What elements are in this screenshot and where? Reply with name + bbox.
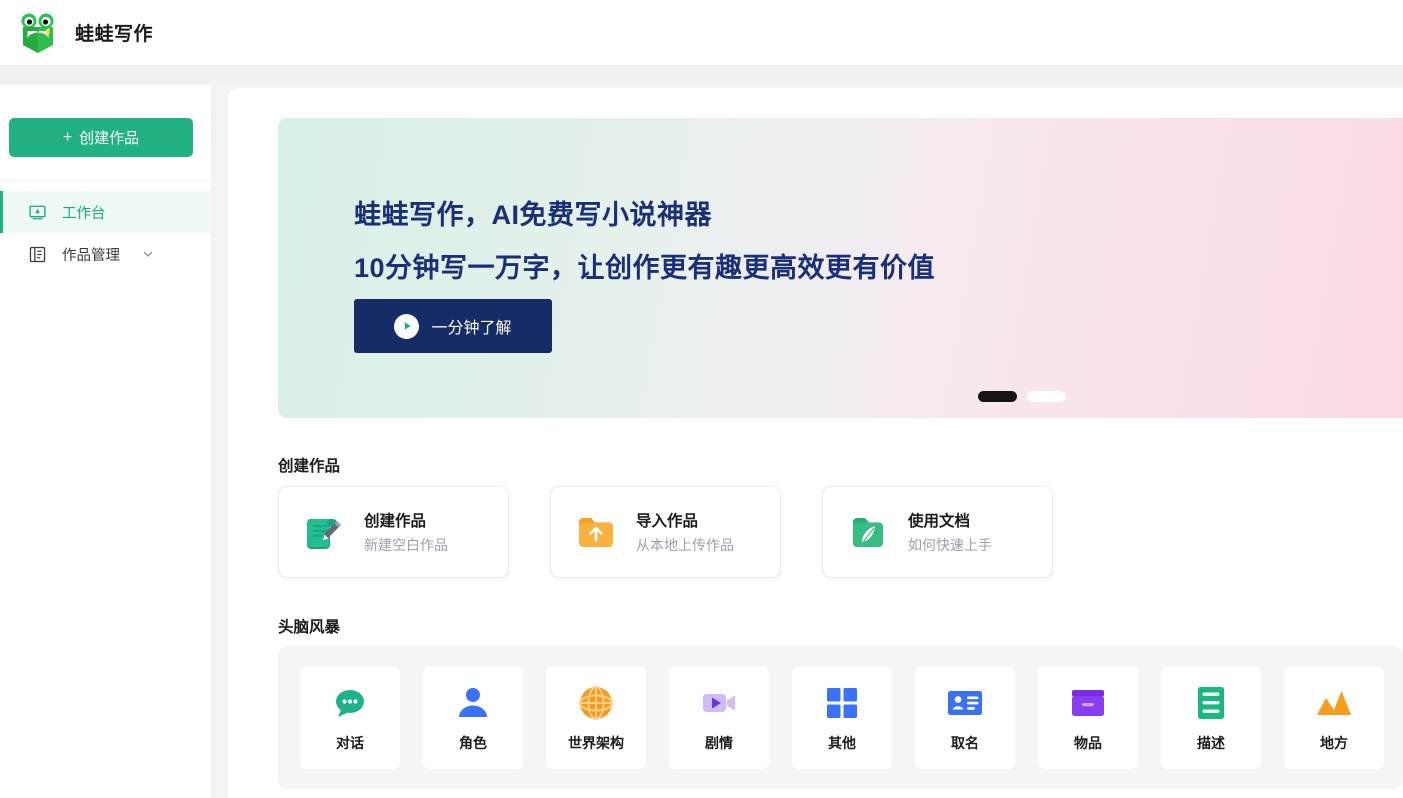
main-content-panel: 蛙蛙写作，AI免费写小说神器 10分钟写一万字，让创作更有趣更高效更有价值 一分… — [228, 88, 1403, 798]
sidebar-item-works-management[interactable]: 作品管理 — [0, 233, 212, 275]
brainstorm-tile-place[interactable]: 地方 — [1284, 666, 1384, 769]
create-cards-row: 创建作品 新建空白作品 导入作品 从本地上传作品 使用文档 如何快速上手 — [278, 486, 1053, 578]
sidebar-nav: 工作台 作品管理 — [0, 191, 212, 275]
carousel-dot-1[interactable] — [978, 391, 1017, 402]
storage-box-icon — [1067, 682, 1109, 724]
brainstorm-tile-description-label: 描述 — [1197, 735, 1225, 751]
sidebar-item-workbench[interactable]: 工作台 — [0, 191, 212, 233]
create-card-docs[interactable]: 使用文档 如何快速上手 — [822, 486, 1053, 578]
create-card-docs-subtitle: 如何快速上手 — [908, 537, 992, 553]
brainstorm-tile-worldbuilding[interactable]: 世界架构 — [546, 666, 646, 769]
brainstorm-tile-other[interactable]: 其他 — [792, 666, 892, 769]
sidebar-divider — [0, 180, 212, 181]
create-card-docs-title: 使用文档 — [908, 513, 971, 530]
frog-book-logo-icon — [18, 12, 58, 54]
banner-headline-1: 蛙蛙写作，AI免费写小说神器 — [354, 200, 712, 230]
chevron-down-icon[interactable] — [142, 248, 154, 260]
brainstorm-tile-worldbuilding-label: 世界架构 — [568, 735, 624, 751]
create-card-new-work-title: 创建作品 — [364, 513, 427, 530]
plus-icon: + — [62, 128, 73, 146]
scroll-pen-icon — [301, 509, 347, 555]
app-brand-name: 蛙蛙写作 — [75, 24, 154, 45]
book-list-icon — [28, 245, 47, 264]
create-card-import-work-title: 导入作品 — [636, 513, 699, 530]
person-icon — [452, 682, 494, 724]
brainstorm-tile-item[interactable]: 物品 — [1038, 666, 1138, 769]
document-lines-icon — [1190, 682, 1232, 724]
brainstorm-tile-plot[interactable]: 剧情 — [669, 666, 769, 769]
folder-upload-icon — [573, 509, 619, 555]
brainstorm-tile-item-label: 物品 — [1074, 735, 1102, 751]
app-header: 蛙蛙写作 — [0, 0, 1403, 65]
brainstorm-tile-place-label: 地方 — [1320, 735, 1348, 751]
brainstorm-tile-naming-label: 取名 — [951, 735, 979, 751]
brainstorm-tile-description[interactable]: 描述 — [1161, 666, 1261, 769]
create-section-title: 创建作品 — [278, 458, 341, 475]
brainstorm-tile-dialogue[interactable]: 对话 — [300, 666, 400, 769]
brainstorm-tile-dialogue-label: 对话 — [336, 735, 364, 751]
banner-headline-2: 10分钟写一万字，让创作更有趣更高效更有价值 — [354, 253, 936, 283]
grid-squares-icon — [821, 682, 863, 724]
sidebar-item-workbench-label: 工作台 — [62, 205, 106, 222]
play-circle-icon — [394, 313, 420, 339]
carousel-dot-2[interactable] — [1027, 391, 1066, 402]
promo-banner[interactable]: 蛙蛙写作，AI免费写小说神器 10分钟写一万字，让创作更有趣更高效更有价值 一分… — [278, 118, 1403, 418]
create-work-button[interactable]: + 创建作品 — [9, 118, 193, 157]
brainstorm-tile-character[interactable]: 角色 — [423, 666, 523, 769]
mountains-icon — [1313, 682, 1355, 724]
id-card-icon — [944, 682, 986, 724]
create-card-new-work-subtitle: 新建空白作品 — [364, 537, 448, 553]
sidebar: + 创建作品 工作台 作品管理 — [0, 65, 212, 798]
brainstorm-tiles-row: 对话 角色 世界架构 剧情 其他 取名 物品 描述 地方 — [278, 646, 1403, 789]
create-card-import-work[interactable]: 导入作品 从本地上传作品 — [550, 486, 781, 578]
speech-bubble-icon — [329, 682, 371, 724]
create-card-new-work[interactable]: 创建作品 新建空白作品 — [278, 486, 509, 578]
carousel-indicators — [978, 391, 1066, 402]
globe-icon — [575, 682, 617, 724]
brainstorm-tile-plot-label: 剧情 — [705, 735, 733, 751]
sidebar-item-works-management-label: 作品管理 — [62, 247, 120, 264]
video-camera-icon — [698, 682, 740, 724]
brainstorm-tile-naming[interactable]: 取名 — [915, 666, 1015, 769]
brainstorm-section-title: 头脑风暴 — [278, 619, 341, 636]
create-card-import-work-subtitle: 从本地上传作品 — [636, 537, 734, 553]
create-work-button-label: 创建作品 — [79, 130, 140, 147]
workbench-monitor-icon — [28, 203, 47, 222]
folder-feather-icon — [845, 509, 891, 555]
brainstorm-tile-character-label: 角色 — [459, 735, 487, 751]
banner-cta-label: 一分钟了解 — [431, 320, 512, 337]
banner-cta-button[interactable]: 一分钟了解 — [354, 299, 552, 353]
brainstorm-tile-other-label: 其他 — [828, 735, 856, 751]
header-divider — [0, 65, 1403, 85]
